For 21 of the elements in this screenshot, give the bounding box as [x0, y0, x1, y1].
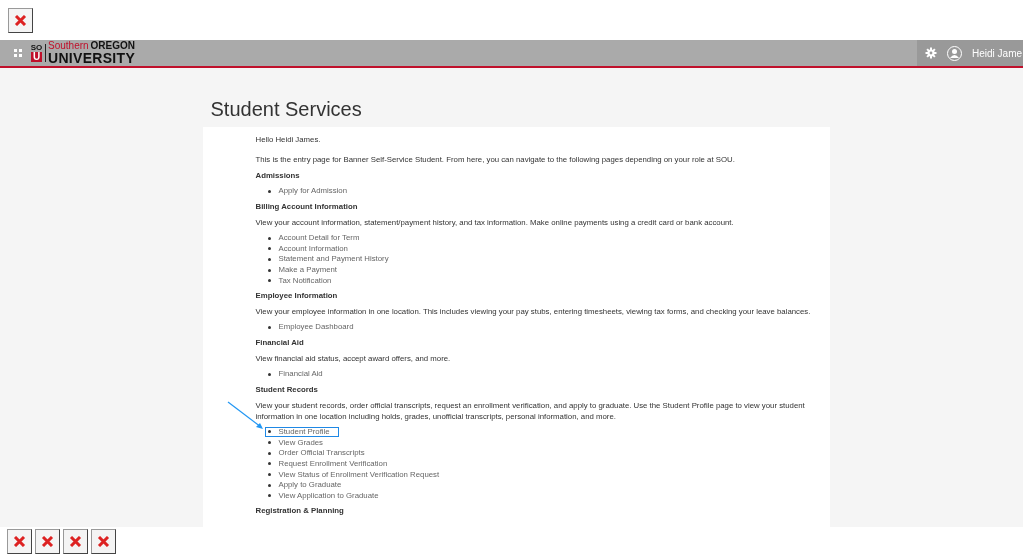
- university-logo[interactable]: SO U Southern OREGON UNIVERSITY: [30, 41, 136, 65]
- bullet-icon: [267, 430, 271, 434]
- bullet-icon: [267, 462, 271, 466]
- bullet-icon: [267, 257, 271, 261]
- bullet-icon: [267, 325, 271, 329]
- grid-menu-icon[interactable]: [14, 49, 22, 57]
- settings-icon[interactable]: [925, 47, 937, 59]
- bullet-icon: [267, 372, 271, 376]
- broken-image-icon: [8, 8, 33, 33]
- page-title: Student Services: [210, 98, 363, 121]
- bullet-icon: [267, 279, 271, 283]
- user-avatar-icon[interactable]: [947, 45, 962, 61]
- bullet-icon: [267, 483, 271, 487]
- bullet-icon: [267, 441, 271, 445]
- bullet-icon: [267, 451, 271, 455]
- bullet-icon: [267, 473, 271, 477]
- bullet-icon: [267, 189, 271, 193]
- bullet-icon: [267, 247, 271, 251]
- bullet-icon: [267, 494, 271, 498]
- bullet-icon: [267, 236, 271, 240]
- bullet-icon: [267, 268, 271, 272]
